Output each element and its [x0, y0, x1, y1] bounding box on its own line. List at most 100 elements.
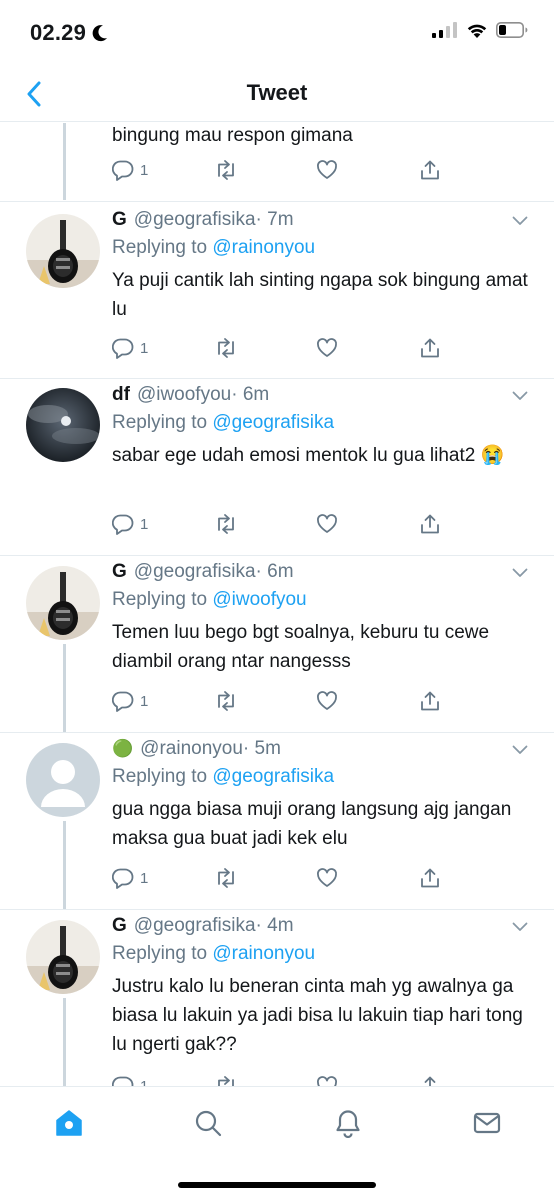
share-button[interactable]	[419, 337, 441, 359]
share-button[interactable]	[419, 1075, 441, 1086]
time-label: 02.29	[30, 20, 87, 45]
tweet-reply[interactable]: 🟢 @rainonyou · 5m Replying to @geografis…	[0, 733, 554, 910]
mention-link[interactable]: @rainonyou	[212, 943, 315, 964]
reply-button[interactable]: 1	[112, 1075, 148, 1086]
display-name[interactable]: df	[112, 384, 130, 406]
avatar[interactable]	[26, 214, 100, 288]
chevron-down-icon[interactable]	[512, 568, 528, 578]
reply-button[interactable]: 1	[112, 337, 148, 359]
reply-button[interactable]: 1	[112, 159, 148, 181]
page-title: Tweet	[246, 80, 308, 105]
mail-icon	[473, 1112, 501, 1134]
replying-to: Replying to @geografisika	[112, 766, 335, 787]
status-bar: 02.29	[0, 0, 554, 66]
handle[interactable]: @geografisika	[134, 915, 256, 937]
avatar[interactable]	[26, 920, 100, 994]
reply-icon	[112, 514, 134, 535]
timestamp: · 5m	[242, 738, 281, 759]
chevron-down-icon[interactable]	[512, 745, 528, 755]
share-button[interactable]	[419, 513, 441, 535]
heart-icon	[317, 691, 337, 710]
like-button[interactable]	[316, 159, 338, 181]
moon-icon	[92, 25, 108, 42]
reply-button[interactable]: 1	[112, 513, 148, 535]
reply-button[interactable]: 1	[112, 690, 148, 712]
chevron-down-icon[interactable]	[512, 216, 528, 226]
home-icon	[56, 1110, 82, 1136]
tab-home[interactable]	[49, 1103, 89, 1143]
replying-to: Replying to @rainonyou	[112, 237, 316, 258]
guitar-avatar-image	[26, 920, 100, 994]
share-button[interactable]	[419, 690, 441, 712]
status-time: 02.29	[30, 20, 108, 46]
tweet-reply[interactable]: G @geografisika · 4m Replying to @rainon…	[0, 910, 554, 1086]
thread-line	[63, 998, 66, 1086]
tweet-header: df @iwoofyou · 6m	[112, 384, 534, 406]
share-icon	[421, 691, 439, 711]
guitar-avatar-image	[26, 214, 100, 288]
replies-feed[interactable]: bingung mau respon gimana 1 G @geografis…	[0, 123, 554, 1086]
mention-link[interactable]: @iwoofyou	[212, 589, 306, 610]
retweet-button[interactable]	[214, 159, 238, 181]
tab-notifications[interactable]	[328, 1103, 368, 1143]
tweet-header: G @geografisika · 7m	[112, 209, 534, 231]
retweet-button[interactable]	[214, 867, 238, 889]
retweet-button[interactable]	[214, 1075, 238, 1086]
mention-link[interactable]: @geografisika	[212, 412, 334, 433]
retweet-button[interactable]	[214, 513, 238, 535]
reply-button[interactable]: 1	[112, 867, 148, 889]
avatar[interactable]	[26, 566, 100, 640]
timestamp: · 4m	[255, 915, 294, 936]
reply-count: 1	[140, 692, 149, 710]
tweet-text: gua ngga biasa muji orang langsung ajg j…	[112, 799, 512, 849]
handle[interactable]: @rainonyou	[140, 738, 243, 760]
share-icon	[421, 514, 439, 534]
tab-messages[interactable]	[467, 1103, 507, 1143]
share-button[interactable]	[419, 159, 441, 181]
wifi-icon	[467, 24, 487, 38]
display-name[interactable]: G	[112, 209, 127, 231]
replying-to: Replying to @geografisika	[112, 412, 335, 433]
chevron-down-icon[interactable]	[512, 391, 528, 401]
tweet-actions: 1	[112, 513, 442, 541]
retweet-button[interactable]	[214, 690, 238, 712]
handle[interactable]: @geografisika	[134, 561, 256, 583]
thread-line	[63, 821, 66, 910]
like-button[interactable]	[316, 337, 338, 359]
tweet-reply[interactable]: G @geografisika · 7m Replying to @rainon…	[0, 202, 554, 379]
retweet-icon	[218, 338, 234, 358]
display-name[interactable]: G	[112, 915, 127, 937]
tweet-header: G @geografisika · 4m	[112, 915, 534, 937]
retweet-icon	[218, 1076, 234, 1086]
heart-icon	[317, 868, 337, 887]
retweet-button[interactable]	[214, 337, 238, 359]
tab-search[interactable]	[188, 1103, 228, 1143]
like-button[interactable]	[316, 867, 338, 889]
tweet-reply[interactable]: df @iwoofyou · 6m Replying to @geografis…	[0, 379, 554, 556]
like-button[interactable]	[316, 690, 338, 712]
avatar[interactable]	[26, 388, 100, 462]
mention-link[interactable]: @geografisika	[212, 766, 334, 787]
tweet-text: sabar ege udah emosi mentok lu gua lihat…	[112, 445, 505, 466]
chevron-down-icon[interactable]	[512, 922, 528, 932]
battery-icon	[496, 22, 528, 38]
nav-header: Tweet	[0, 66, 554, 122]
display-name[interactable]: G	[112, 561, 127, 583]
reply-count: 1	[140, 161, 149, 179]
replying-to: Replying to @rainonyou	[112, 943, 316, 964]
like-button[interactable]	[316, 513, 338, 535]
like-button[interactable]	[316, 1075, 338, 1086]
timestamp: · 6m	[231, 384, 270, 405]
tweet-actions: 1	[112, 690, 442, 718]
tweet-reply[interactable]: G @geografisika · 6m Replying to @iwoofy…	[0, 556, 554, 733]
display-name[interactable]: 🟢	[112, 739, 133, 759]
handle[interactable]: @iwoofyou	[137, 384, 231, 406]
share-button[interactable]	[419, 867, 441, 889]
mention-link[interactable]: @rainonyou	[212, 237, 315, 258]
share-icon	[424, 1076, 436, 1086]
handle[interactable]: @geografisika	[134, 209, 256, 231]
avatar[interactable]	[26, 743, 100, 817]
tweet-text: Temen luu bego bgt soalnya, keburu tu ce…	[112, 622, 490, 672]
reply-icon	[112, 160, 134, 181]
heart-icon	[317, 338, 337, 357]
